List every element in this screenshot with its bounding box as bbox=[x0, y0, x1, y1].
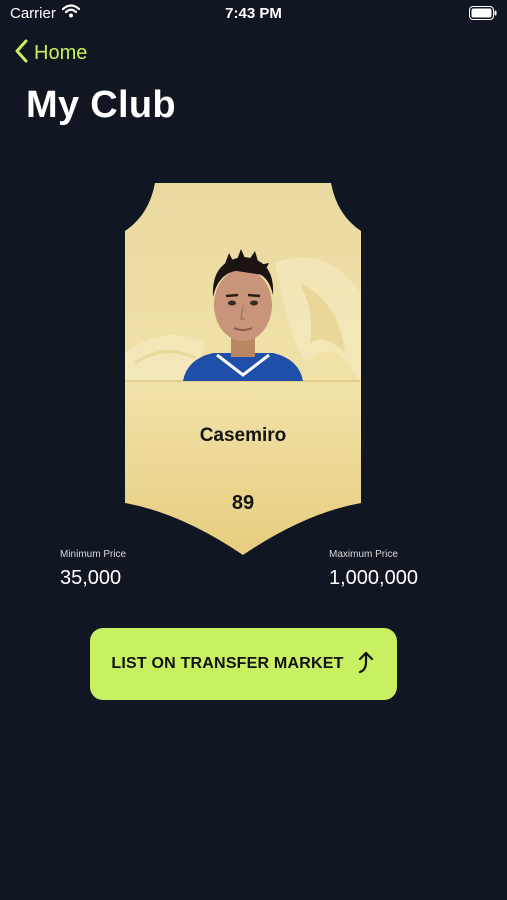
back-button[interactable]: Home bbox=[14, 38, 87, 68]
player-name: Casemiro bbox=[199, 425, 287, 446]
list-on-transfer-market-button[interactable]: LIST ON TRANSFER MARKET bbox=[90, 628, 397, 700]
chevron-left-icon bbox=[14, 39, 28, 68]
battery-icon bbox=[469, 6, 497, 25]
list-button-label: LIST ON TRANSFER MARKET bbox=[111, 655, 344, 672]
minimum-price-value: 35,000 bbox=[60, 567, 122, 589]
status-time: 7:43 PM bbox=[225, 5, 282, 22]
arrow-up-icon bbox=[356, 650, 376, 679]
maximum-price-label: Maximum Price bbox=[329, 549, 398, 560]
player-photo bbox=[183, 249, 303, 381]
maximum-price-value: 1,000,000 bbox=[329, 567, 418, 589]
player-card[interactable]: Casemiro 89 bbox=[125, 183, 361, 555]
back-label: Home bbox=[34, 41, 88, 64]
minimum-price-label: Minimum Price bbox=[60, 549, 127, 560]
player-rating: 89 bbox=[231, 492, 255, 514]
status-bar: Carrier 7:43 PM bbox=[0, 0, 507, 28]
page-title: My Club bbox=[26, 84, 176, 126]
